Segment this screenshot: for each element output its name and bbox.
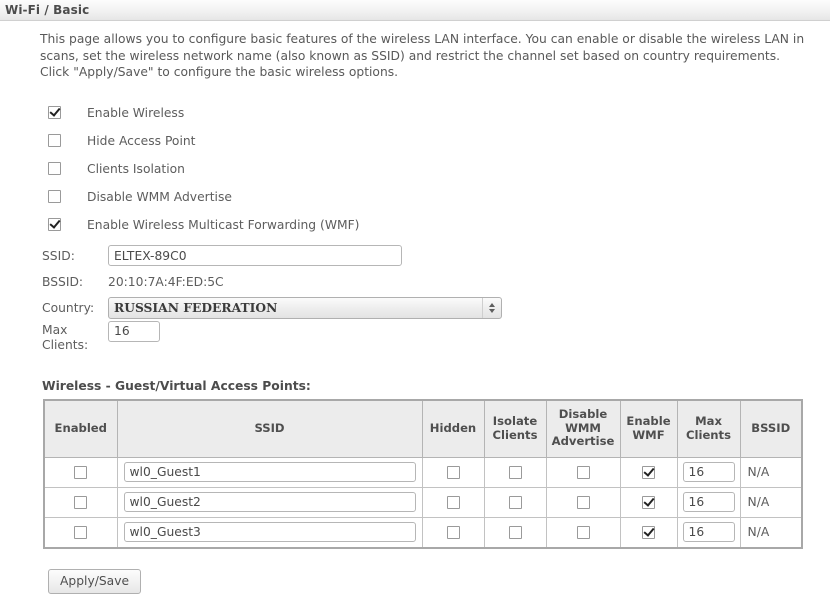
- label-clients-isolation: Clients Isolation: [87, 161, 185, 176]
- cell-enable-wmf: [619, 456, 678, 488]
- checkbox-row-hidden[interactable]: [446, 526, 460, 539]
- country-select-value[interactable]: RUSSIAN FEDERATION: [108, 296, 502, 319]
- max-clients-input[interactable]: [108, 320, 160, 342]
- checkbox-hide-access-point[interactable]: [48, 134, 61, 147]
- field-row-max-clients: Max Clients:: [0, 320, 830, 353]
- checkbox-enable-wireless[interactable]: [48, 106, 61, 119]
- guest-max-clients-input[interactable]: [682, 462, 735, 482]
- cell-ssid: [116, 516, 423, 548]
- cell-bssid: N/A: [739, 456, 803, 488]
- country-select[interactable]: RUSSIAN FEDERATION: [108, 296, 502, 319]
- cell-enabled: [43, 486, 118, 518]
- ssid-input[interactable]: [108, 245, 402, 266]
- checkbox-disable-wmm-advertise[interactable]: [48, 190, 61, 203]
- table-row: N/A: [43, 486, 803, 518]
- checkbox-row-enable-wmf[interactable]: [642, 466, 655, 479]
- option-row-hide-access-point[interactable]: Hide Access Point: [0, 127, 830, 155]
- label-max-clients-line2: Clients:: [42, 337, 89, 352]
- cell-enable-wmf: [619, 486, 678, 518]
- column-header-ssid: SSID: [116, 399, 423, 458]
- guest-max-clients-input[interactable]: [682, 522, 735, 542]
- label-country: Country:: [42, 300, 95, 315]
- table-row: N/A: [43, 516, 803, 548]
- option-row-enable-wmf[interactable]: Enable Wireless Multicast Forwarding (WM…: [0, 211, 830, 239]
- label-ssid: SSID:: [42, 248, 75, 263]
- guest-ap-table: Enabled SSID Hidden Isolate Clients Disa…: [43, 398, 803, 549]
- checkbox-row-isolate-clients[interactable]: [508, 526, 522, 539]
- cell-disable-wmm-advertise: [545, 486, 621, 518]
- cell-hidden: [421, 516, 485, 548]
- guest-ap-table-title: Wireless - Guest/Virtual Access Points:: [42, 378, 311, 393]
- column-header-disable-wmm-advertise: Disable WMM Advertise: [545, 399, 621, 458]
- cell-isolate-clients: [483, 516, 547, 548]
- field-row-country: Country: RUSSIAN FEDERATION: [0, 295, 830, 321]
- column-header-bssid: BSSID: [739, 399, 803, 458]
- checkbox-row-enabled[interactable]: [74, 496, 88, 509]
- checkbox-row-enabled[interactable]: [74, 466, 88, 479]
- checkbox-row-disable-wmm-advertise[interactable]: [576, 526, 590, 539]
- checkbox-row-enabled[interactable]: [74, 526, 88, 539]
- wireless-options-list: Enable Wireless Hide Access Point Client…: [0, 99, 830, 239]
- cell-ssid: [116, 486, 423, 518]
- checkbox-row-isolate-clients[interactable]: [508, 496, 522, 509]
- guest-ssid-input[interactable]: [123, 492, 416, 512]
- column-header-hidden: Hidden: [421, 399, 485, 458]
- checkbox-row-disable-wmm-advertise[interactable]: [576, 466, 590, 479]
- checkbox-enable-wmf[interactable]: [48, 218, 61, 231]
- cell-bssid: N/A: [739, 516, 803, 548]
- bssid-value: 20:10:7A:4F:ED:5C: [108, 274, 224, 289]
- guest-ap-table-wrap: Enabled SSID Hidden Isolate Clients Disa…: [43, 398, 803, 549]
- basic-fields: SSID: BSSID: 20:10:7A:4F:ED:5C Country: …: [0, 243, 830, 353]
- table-header-row: Enabled SSID Hidden Isolate Clients Disa…: [43, 399, 803, 458]
- apply-save-wrap: Apply/Save: [48, 568, 830, 594]
- intro-paragraph: This page allows you to configure basic …: [40, 32, 805, 79]
- page-title: Wi-Fi / Basic: [5, 3, 90, 17]
- cell-max-clients: [676, 516, 741, 548]
- column-header-max-clients: Max Clients: [676, 399, 741, 458]
- option-row-clients-isolation[interactable]: Clients Isolation: [0, 155, 830, 183]
- cell-hidden: [421, 456, 485, 488]
- option-row-disable-wmm-advertise[interactable]: Disable WMM Advertise: [0, 183, 830, 211]
- label-max-clients-line1: Max: [42, 322, 68, 337]
- column-header-enable-wmf: Enable WMF: [619, 399, 678, 458]
- checkbox-row-hidden[interactable]: [446, 496, 460, 509]
- cell-isolate-clients: [483, 456, 547, 488]
- cell-enabled: [43, 456, 118, 488]
- guest-ssid-input[interactable]: [123, 462, 416, 482]
- column-header-enabled: Enabled: [43, 399, 118, 458]
- label-disable-wmm-advertise: Disable WMM Advertise: [87, 189, 232, 204]
- cell-hidden: [421, 486, 485, 518]
- page-content: This page allows you to configure basic …: [0, 31, 830, 594]
- table-row: N/A: [43, 456, 803, 488]
- checkbox-row-enable-wmf[interactable]: [642, 526, 655, 539]
- guest-max-clients-input[interactable]: [682, 492, 735, 512]
- label-enable-wireless: Enable Wireless: [87, 105, 185, 120]
- label-enable-wmf: Enable Wireless Multicast Forwarding (WM…: [87, 217, 360, 232]
- checkbox-clients-isolation[interactable]: [48, 162, 61, 175]
- checkbox-row-hidden[interactable]: [446, 466, 460, 479]
- page-header: Wi-Fi / Basic: [0, 0, 830, 21]
- cell-disable-wmm-advertise: [545, 516, 621, 548]
- checkbox-row-disable-wmm-advertise[interactable]: [576, 496, 590, 509]
- cell-max-clients: [676, 456, 741, 488]
- cell-isolate-clients: [483, 486, 547, 518]
- cell-enabled: [43, 516, 118, 548]
- label-max-clients: Max Clients:: [42, 321, 108, 353]
- field-row-bssid: BSSID: 20:10:7A:4F:ED:5C: [0, 269, 830, 295]
- cell-disable-wmm-advertise: [545, 456, 621, 488]
- checkbox-row-enable-wmf[interactable]: [642, 496, 655, 509]
- field-row-ssid: SSID:: [0, 243, 830, 269]
- checkbox-row-isolate-clients[interactable]: [508, 466, 522, 479]
- cell-enable-wmf: [619, 516, 678, 548]
- cell-bssid: N/A: [739, 486, 803, 518]
- guest-ssid-input[interactable]: [123, 522, 416, 542]
- cell-max-clients: [676, 486, 741, 518]
- label-hide-access-point: Hide Access Point: [87, 133, 196, 148]
- column-header-isolate-clients: Isolate Clients: [483, 399, 547, 458]
- cell-ssid: [116, 456, 423, 488]
- label-bssid: BSSID:: [42, 274, 84, 289]
- option-row-enable-wireless[interactable]: Enable Wireless: [0, 99, 830, 127]
- chevron-updown-icon[interactable]: [482, 297, 501, 318]
- apply-save-button[interactable]: Apply/Save: [48, 568, 142, 594]
